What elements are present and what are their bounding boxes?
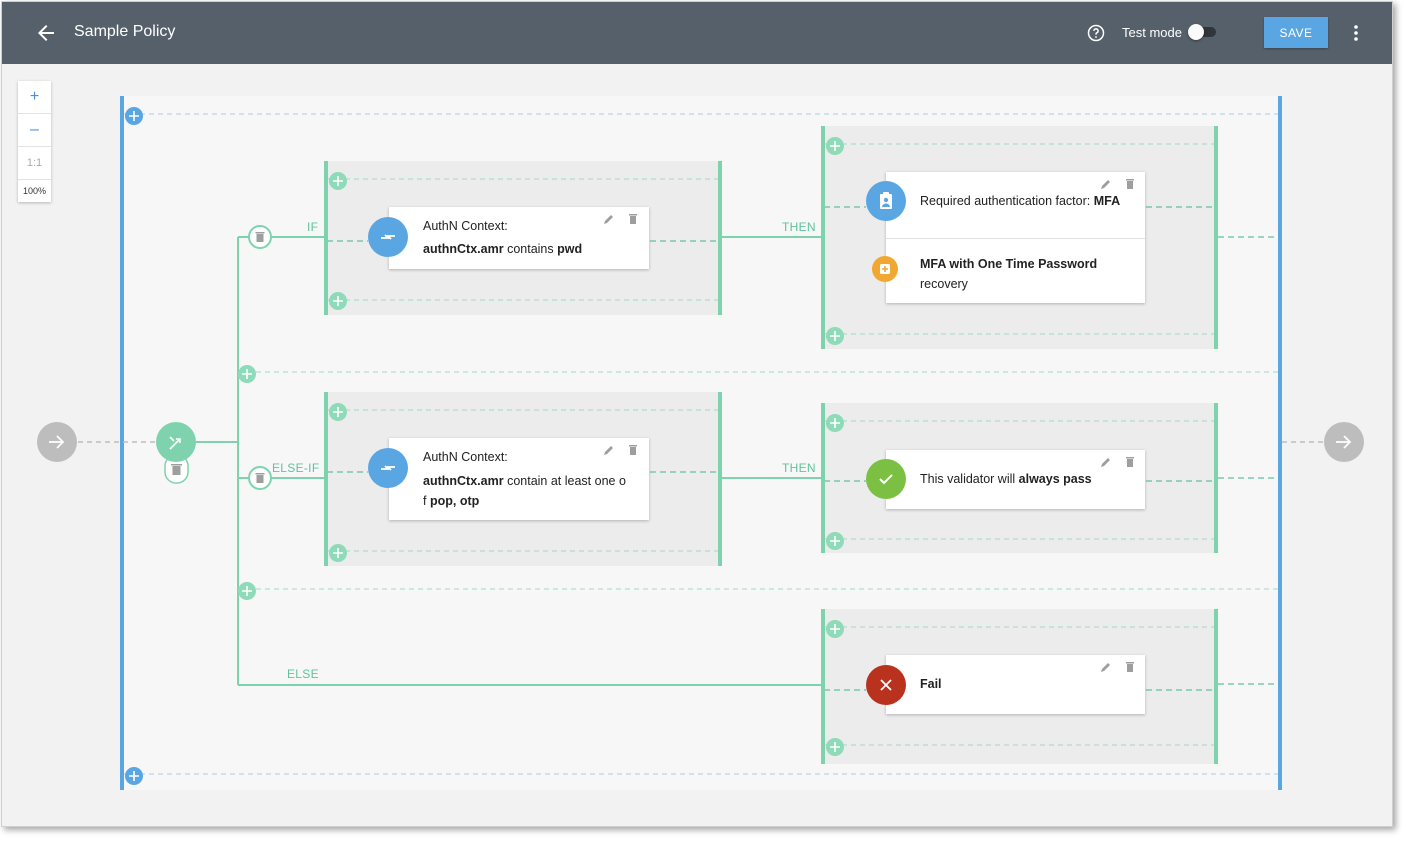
add-action-icon[interactable] <box>826 620 844 638</box>
then-label-2: THEN <box>782 461 816 475</box>
auth-context-icon <box>368 217 408 257</box>
if-label: IF <box>307 220 319 234</box>
add-action-icon[interactable] <box>826 137 844 155</box>
add-condition-icon[interactable] <box>329 172 347 190</box>
condition-card-elseif[interactable]: AuthN Context: authnCtx.amr contain at l… <box>389 438 649 520</box>
then-label-1: THEN <box>782 220 816 234</box>
add-branch-icon[interactable] <box>238 582 256 600</box>
edit-icon[interactable] <box>1100 456 1112 468</box>
edit-icon[interactable] <box>1100 661 1112 673</box>
else-label: ELSE <box>287 667 319 681</box>
required-factor-text: Required authentication factor: MFA <box>920 194 1121 208</box>
clipboard-user-icon <box>866 181 906 221</box>
edit-icon[interactable] <box>1100 178 1112 190</box>
delete-icon[interactable] <box>627 444 639 456</box>
elseif-branch-delete-icon[interactable] <box>248 466 272 490</box>
auth-context-icon <box>368 448 408 488</box>
fail-card[interactable]: Fail <box>886 655 1145 714</box>
condition-title: AuthN Context: <box>423 219 508 233</box>
mfa-otp-title: MFA with One Time Password <box>920 257 1098 271</box>
delete-icon[interactable] <box>627 213 639 225</box>
add-policy-step-bottom-icon[interactable] <box>125 767 143 785</box>
condition-card-if[interactable]: AuthN Context: authnCtx.amr contains pwd <box>389 207 649 269</box>
condition-expression: authnCtx.amr contains pwd <box>423 242 583 256</box>
entry-arrow-icon <box>37 422 77 462</box>
condition-expression: authnCtx.amr contain at least one of pop… <box>423 474 626 508</box>
edit-icon[interactable] <box>603 444 615 456</box>
edit-icon[interactable] <box>603 213 615 225</box>
policy-flow-canvas <box>37 96 1364 790</box>
close-icon <box>866 665 906 705</box>
fail-label: Fail <box>920 677 942 691</box>
check-icon <box>866 459 906 499</box>
add-branch-icon[interactable] <box>238 365 256 383</box>
add-policy-step-top-icon[interactable] <box>125 107 143 125</box>
add-condition-icon[interactable] <box>329 403 347 421</box>
add-action-icon[interactable] <box>826 327 844 345</box>
add-condition-icon[interactable] <box>329 544 347 562</box>
add-action-icon[interactable] <box>826 738 844 756</box>
elseif-label: ELSE-IF <box>272 461 320 475</box>
container-left-bar <box>120 96 124 790</box>
mfa-otp-subtitle: recovery <box>920 277 968 291</box>
delete-icon[interactable] <box>1124 661 1136 673</box>
add-action-icon[interactable] <box>826 414 844 432</box>
otp-plus-icon <box>872 256 898 282</box>
condition-title: AuthN Context: <box>423 450 508 464</box>
card-divider <box>886 238 1145 239</box>
container-right-bar <box>1278 96 1282 790</box>
delete-icon[interactable] <box>1124 178 1136 190</box>
if-branch-delete-icon[interactable] <box>248 225 272 249</box>
branch-split-icon[interactable] <box>156 422 196 462</box>
validator-card[interactable]: This validator will always pass <box>886 450 1145 509</box>
exit-arrow-icon <box>1324 422 1364 462</box>
add-action-icon[interactable] <box>826 532 844 550</box>
required-factor-card[interactable]: Required authentication factor: MFA MFA … <box>886 172 1145 303</box>
validator-text: This validator will always pass <box>920 472 1092 486</box>
delete-icon[interactable] <box>1124 456 1136 468</box>
add-condition-icon[interactable] <box>329 292 347 310</box>
